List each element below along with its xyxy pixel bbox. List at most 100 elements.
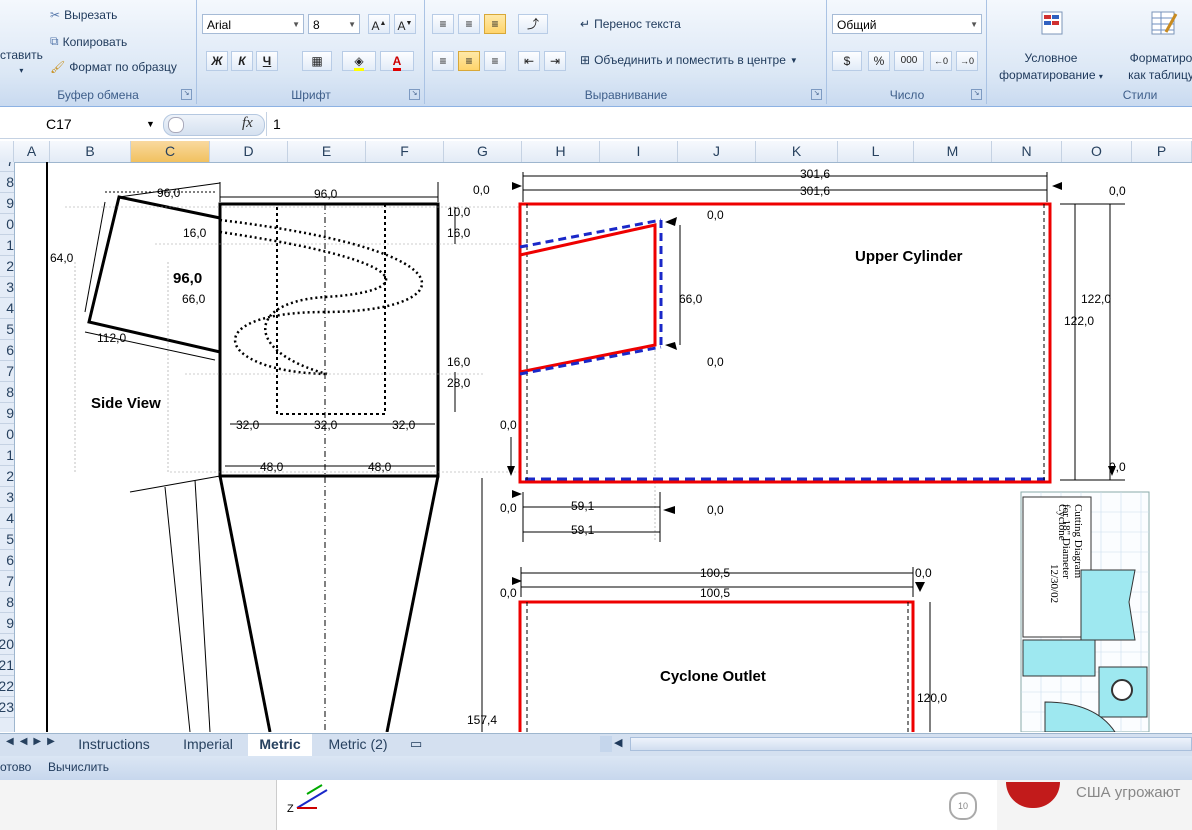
search-icon[interactable]: 10 <box>949 792 977 820</box>
row-header[interactable]: 8 <box>0 592 14 613</box>
tab-imperial[interactable]: Imperial <box>172 734 244 754</box>
align-middle-button[interactable]: ≡ <box>458 14 480 34</box>
row-header[interactable]: 20 <box>0 634 14 655</box>
column-header-o[interactable]: O <box>1062 141 1132 162</box>
formula-input[interactable]: 1 <box>266 112 1192 136</box>
column-header-k[interactable]: K <box>756 141 838 162</box>
row-header[interactable]: 3 <box>0 277 14 298</box>
dialog-launcher-icon[interactable]: ↘ <box>409 89 420 100</box>
name-box[interactable]: C17 ▼ <box>0 112 160 136</box>
as-table-label-2: как таблицу <box>1128 68 1192 82</box>
row-header[interactable]: 8 <box>0 172 14 193</box>
column-header-m[interactable]: M <box>914 141 992 162</box>
underline-button[interactable]: Ч <box>256 51 278 71</box>
copy-button[interactable]: ⧉ Копировать <box>50 34 127 49</box>
tab-split-handle[interactable] <box>600 736 612 752</box>
thousands-button[interactable]: 000 <box>894 51 924 71</box>
grow-font-button[interactable]: A▲ <box>368 14 390 34</box>
row-header[interactable]: 9 <box>0 613 14 634</box>
sheet-grid[interactable]: 96,0 96,0 10,0 16,0 16,0 64,0 96,0 66,0 112,0 16,… <box>15 162 1192 732</box>
column-header-l[interactable]: L <box>838 141 914 162</box>
row-header[interactable]: 6 <box>0 550 14 571</box>
align-left-button[interactable]: ≡ <box>432 51 454 71</box>
row-header[interactable]: 7 <box>0 571 14 592</box>
row-header[interactable]: 7 <box>0 162 14 172</box>
row-header[interactable]: 21 <box>0 655 14 676</box>
dialog-launcher-icon[interactable]: ↘ <box>181 89 192 100</box>
merge-center-button[interactable]: ⊞ Объединить и поместить в центре ▼ <box>580 53 798 67</box>
row-header[interactable]: 9 <box>0 403 14 424</box>
orientation-button[interactable]: ⤴ <box>518 14 548 34</box>
column-header-b[interactable]: B <box>50 141 131 162</box>
increase-decimal-button[interactable]: ←0 <box>930 51 952 71</box>
row-header[interactable]: 2 <box>0 466 14 487</box>
row-header[interactable]: 1 <box>0 235 14 256</box>
align-right-button[interactable]: ≡ <box>484 51 506 71</box>
row-header[interactable]: 22 <box>0 676 14 697</box>
currency-button[interactable]: $ <box>832 51 862 71</box>
column-header-h[interactable]: H <box>522 141 600 162</box>
conditional-format-button[interactable]: Условное форматирование ▾ <box>988 50 1114 85</box>
italic-button[interactable]: К <box>231 51 253 71</box>
format-painter-button[interactable]: 🖌 Формат по образцу <box>50 60 177 74</box>
align-bottom-button[interactable]: ≡ <box>484 14 506 34</box>
paste-button[interactable]: ставить ▾ <box>0 48 43 75</box>
dialog-launcher-icon[interactable]: ↘ <box>971 89 982 100</box>
cut-button[interactable]: ✂ Вырезать <box>50 8 117 22</box>
bold-button[interactable]: Ж <box>206 51 228 71</box>
increase-indent-button[interactable]: ⇥ <box>544 51 566 71</box>
align-center-button[interactable]: ≡ <box>458 51 480 71</box>
row-header[interactable]: 0 <box>0 214 14 235</box>
row-header[interactable]: 2 <box>0 256 14 277</box>
font-size-combo[interactable]: 8 ▼ <box>308 14 360 34</box>
tab-instructions[interactable]: Instructions <box>62 734 166 754</box>
column-header-n[interactable]: N <box>992 141 1062 162</box>
column-header-e[interactable]: E <box>288 141 366 162</box>
decrease-indent-button[interactable]: ⇤ <box>518 51 540 71</box>
scroll-left-icon[interactable]: ◀ <box>614 736 622 749</box>
column-header-a[interactable]: A <box>14 141 50 162</box>
new-sheet-icon[interactable]: ▭ <box>410 736 422 752</box>
tab-metric[interactable]: Metric <box>248 734 312 756</box>
row-header[interactable]: 5 <box>0 319 14 340</box>
column-header-d[interactable]: D <box>210 141 288 162</box>
function-icon[interactable]: fx <box>242 115 253 132</box>
format-as-table-button[interactable]: Форматиро как таблицу <box>1116 50 1192 84</box>
column-header-p[interactable]: P <box>1132 141 1192 162</box>
number-format-combo[interactable]: Общий ▼ <box>832 14 982 34</box>
font-color-button[interactable]: A <box>380 51 414 71</box>
tab-metric-2[interactable]: Metric (2) <box>316 734 400 754</box>
borders-button[interactable]: ▦ <box>302 51 332 71</box>
row-header[interactable]: 9 <box>0 193 14 214</box>
horizontal-scrollbar[interactable] <box>630 737 1192 751</box>
row-header[interactable]: 8 <box>0 382 14 403</box>
column-header-g[interactable]: G <box>444 141 522 162</box>
expand-icon[interactable] <box>168 117 184 133</box>
news-headline[interactable]: США угрожают <box>1076 784 1180 801</box>
percent-button[interactable]: % <box>868 51 890 71</box>
wrap-text-button[interactable]: ↵ Перенос текста <box>580 17 681 31</box>
column-header-f[interactable]: F <box>366 141 444 162</box>
row-header[interactable]: 6 <box>0 340 14 361</box>
fill-color-button[interactable]: ◈ <box>342 51 376 71</box>
row-header[interactable]: 0 <box>0 424 14 445</box>
shrink-font-button[interactable]: A▼ <box>394 14 416 34</box>
select-all-corner[interactable] <box>0 141 14 162</box>
decrease-decimal-button[interactable]: →0 <box>956 51 978 71</box>
tab-nav-arrows[interactable]: ◀◀▶▶ <box>6 736 61 747</box>
dialog-launcher-icon[interactable]: ↘ <box>811 89 822 100</box>
row-header[interactable]: 3 <box>0 487 14 508</box>
dimension-label: 122,0 <box>1064 314 1094 328</box>
row-header[interactable]: 4 <box>0 508 14 529</box>
column-header-j[interactable]: J <box>678 141 756 162</box>
row-header[interactable]: 4 <box>0 298 14 319</box>
row-header[interactable]: 23 <box>0 697 14 718</box>
conditional-format-icon <box>1038 8 1068 38</box>
column-header-c[interactable]: C <box>131 141 210 162</box>
row-header[interactable]: 5 <box>0 529 14 550</box>
font-name-combo[interactable]: Arial ▼ <box>202 14 304 34</box>
row-header[interactable]: 7 <box>0 361 14 382</box>
align-top-button[interactable]: ≡ <box>432 14 454 34</box>
row-header[interactable]: 1 <box>0 445 14 466</box>
column-header-i[interactable]: I <box>600 141 678 162</box>
